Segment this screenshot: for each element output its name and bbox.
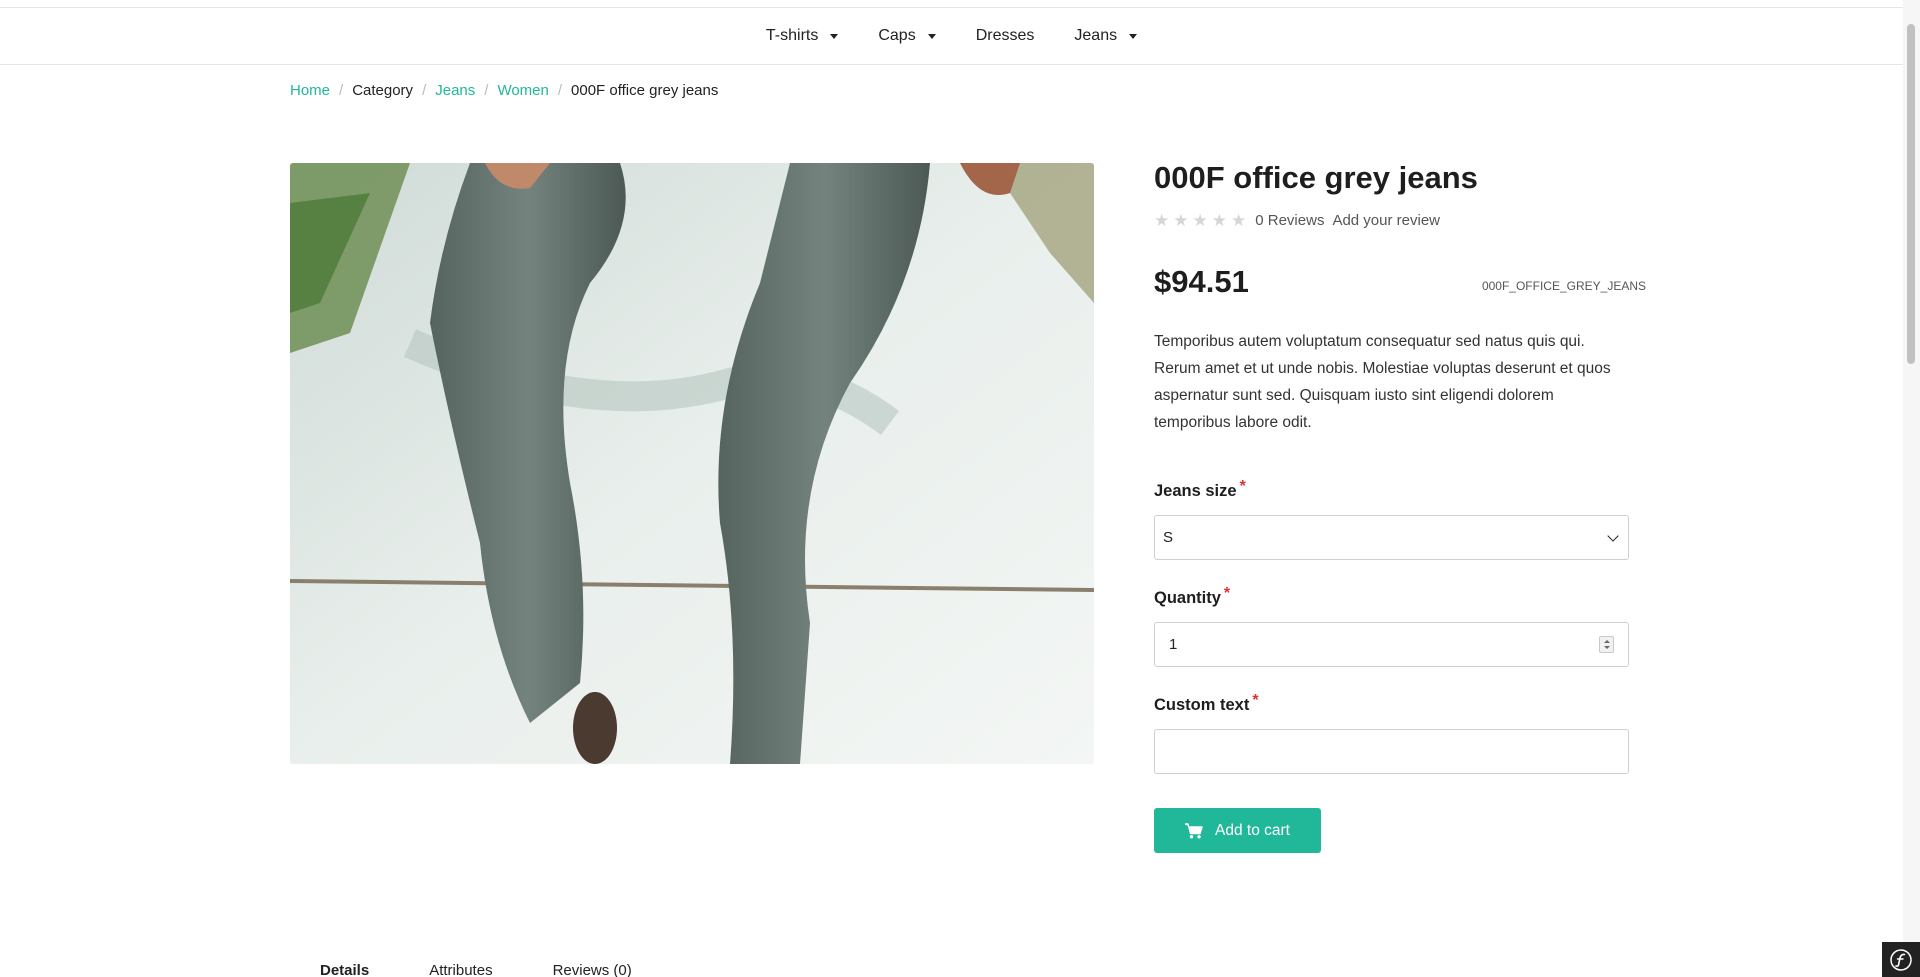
nav-item-jeans[interactable]: Jeans — [1054, 8, 1157, 64]
nav-item-tshirts[interactable]: T-shirts — [746, 8, 858, 64]
breadcrumb-separator: / — [422, 82, 427, 99]
product-image[interactable] — [290, 163, 1094, 764]
symfony-toolbar-icon[interactable] — [1882, 942, 1920, 977]
caret-down-icon — [927, 33, 936, 39]
nav-item-dresses[interactable]: Dresses — [956, 8, 1055, 64]
size-label-text: Jeans size — [1154, 482, 1237, 500]
required-mark: * — [1239, 478, 1246, 495]
breadcrumb-category: Category — [352, 82, 414, 99]
size-label: Jeans size * — [1154, 478, 1246, 501]
scrollbar[interactable] — [1903, 0, 1920, 977]
arrow-up-icon — [1603, 640, 1610, 643]
rating-stars: ★ ★ ★ ★ ★ — [1154, 212, 1246, 229]
quantity-label: Quantity * — [1154, 585, 1230, 608]
breadcrumb: Home / Category / Jeans / Women / 000F o… — [290, 82, 718, 99]
caret-down-icon — [1129, 33, 1138, 39]
star-empty-icon: ★ — [1173, 211, 1189, 230]
add-to-cart-label: Add to cart — [1215, 821, 1290, 839]
star-empty-icon: ★ — [1211, 211, 1227, 230]
reviews-count[interactable]: 0 Reviews — [1255, 212, 1324, 229]
chevron-down-icon — [1607, 529, 1619, 542]
product-price: $94.51 — [1154, 264, 1249, 299]
product-photo-illustration — [290, 163, 1094, 764]
product-tabs: Details Attributes Reviews (0) — [290, 962, 662, 977]
breadcrumb-women[interactable]: Women — [497, 82, 548, 99]
add-review-link[interactable]: Add your review — [1332, 212, 1440, 229]
star-empty-icon: ★ — [1154, 211, 1170, 230]
nav-item-caps[interactable]: Caps — [858, 8, 955, 64]
top-border — [0, 0, 1903, 8]
quantity-value: 1 — [1169, 636, 1178, 653]
tab-details[interactable]: Details — [290, 962, 399, 977]
quantity-label-text: Quantity — [1154, 589, 1221, 607]
breadcrumb-home[interactable]: Home — [290, 82, 330, 99]
required-mark: * — [1252, 692, 1259, 709]
scrollbar-thumb[interactable] — [1907, 24, 1915, 364]
star-empty-icon: ★ — [1192, 211, 1208, 230]
star-empty-icon: ★ — [1231, 211, 1247, 230]
size-select-value: S — [1163, 529, 1174, 546]
required-mark: * — [1223, 585, 1231, 602]
custom-text-input[interactable] — [1154, 729, 1629, 774]
caret-down-icon — [830, 33, 839, 39]
breadcrumb-separator: / — [484, 82, 489, 99]
custom-text-label-text: Custom text — [1154, 696, 1250, 714]
quantity-stepper[interactable]: 1 — [1154, 622, 1629, 667]
main-nav: T-shirts Caps Dresses Jeans — [0, 8, 1903, 65]
breadcrumb-separator: / — [557, 82, 563, 99]
add-to-cart-button[interactable]: Add to cart — [1154, 808, 1321, 853]
product-rating: ★ ★ ★ ★ ★ 0 Reviews Add your review — [1154, 212, 1440, 229]
breadcrumb-current: 000F office grey jeans — [571, 82, 719, 99]
nav-item-label: T-shirts — [765, 27, 819, 44]
cart-icon — [1185, 822, 1203, 839]
tab-reviews[interactable]: Reviews (0) — [523, 962, 662, 977]
product-title: 000F office grey jeans — [1154, 160, 1478, 195]
nav-item-label: Dresses — [975, 27, 1035, 44]
breadcrumb-separator: / — [339, 82, 344, 99]
size-select[interactable]: S — [1154, 515, 1629, 560]
product-sku: 000F_OFFICE_GREY_JEANS — [1481, 279, 1646, 293]
arrow-down-icon — [1603, 646, 1610, 649]
product-description: Temporibus autem voluptatum consequatur … — [1154, 333, 1611, 431]
tab-attributes[interactable]: Attributes — [399, 962, 522, 977]
nav-item-label: Jeans — [1074, 27, 1118, 44]
nav-item-label: Caps — [878, 27, 916, 44]
quantity-spinner[interactable] — [1599, 636, 1614, 653]
custom-text-label: Custom text * — [1154, 692, 1259, 715]
breadcrumb-jeans[interactable]: Jeans — [435, 82, 475, 99]
